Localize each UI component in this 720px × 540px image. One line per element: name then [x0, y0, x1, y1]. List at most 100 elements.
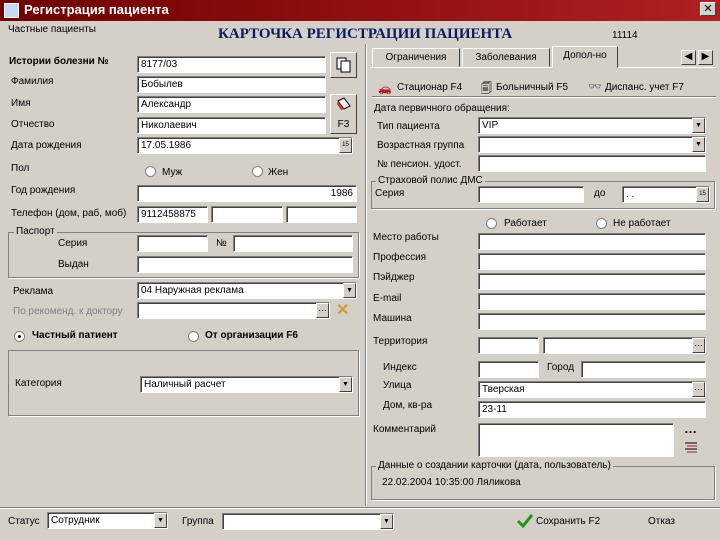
status-value: Сотрудник — [51, 515, 100, 526]
insurance-until-field[interactable]: . . 15 — [622, 186, 710, 203]
card-number: 11114 — [612, 30, 638, 41]
email-field[interactable] — [478, 293, 706, 310]
passport-number-field[interactable] — [233, 235, 353, 252]
chevron-down-icon[interactable]: ▼ — [380, 514, 393, 529]
tab-diseases[interactable]: Заболевания — [462, 48, 550, 67]
phone-home-field[interactable]: 9112458875 — [137, 206, 208, 223]
chevron-down-icon[interactable]: ▼ — [692, 137, 705, 152]
city-label: Город — [547, 362, 575, 373]
history-field[interactable]: 8177/03 — [137, 56, 326, 73]
sex-female-label: Жен — [268, 167, 289, 178]
name-field[interactable]: Александр — [137, 96, 326, 113]
group-select[interactable]: ▼ — [222, 513, 394, 530]
dob-field[interactable]: 17.05.1986 15 — [137, 137, 353, 154]
chevron-down-icon[interactable]: ▼ — [343, 283, 356, 298]
works-radio[interactable] — [486, 218, 497, 229]
territory-field[interactable]: … — [543, 337, 706, 354]
surname-label: Фамилия — [11, 76, 54, 87]
street-label: Улица — [383, 380, 412, 391]
panel-divider — [365, 44, 367, 506]
pager-field[interactable] — [478, 273, 706, 290]
ad-value: 04 Наружная реклама — [141, 285, 244, 296]
birthyear-field[interactable]: 1986 — [137, 185, 357, 202]
window-title: Регистрация пациента — [24, 2, 169, 17]
organization-radio[interactable] — [188, 331, 199, 342]
bottom-separator — [0, 507, 720, 509]
tab-restrictions[interactable]: Ограничения — [372, 48, 460, 67]
ellipsis-icon[interactable]: … — [692, 338, 705, 353]
calendar-icon[interactable]: 15 — [339, 138, 352, 153]
profession-field[interactable] — [478, 253, 706, 270]
tab-baseline — [370, 67, 716, 68]
sex-label: Пол — [11, 163, 30, 174]
passport-series-field[interactable] — [137, 235, 208, 252]
phone-mobile-field[interactable] — [286, 206, 357, 223]
subtab-separator — [372, 96, 716, 98]
close-button[interactable]: ✕ — [700, 2, 716, 16]
insurance-label: Страховой полис ДМС — [376, 175, 485, 186]
patronymic-field[interactable]: Николаевич — [137, 117, 326, 134]
dispensary-subtab[interactable]: Диспанс. учет F7 — [605, 82, 684, 93]
status-select[interactable]: Сотрудник ▼ — [47, 512, 168, 529]
category-select[interactable]: Наличный расчет ▼ — [140, 376, 353, 393]
insurance-series-field[interactable] — [478, 186, 584, 203]
doctor-field[interactable]: … — [137, 302, 330, 319]
age-group-label: Возрастная группа — [377, 140, 465, 151]
ellipsis-icon[interactable]: … — [316, 303, 329, 318]
phone-label: Телефон (дом, раб, моб) — [11, 208, 127, 219]
dob-value: 17.05.1986 — [141, 140, 192, 151]
passport-series-label: Серия — [58, 238, 88, 249]
history-label: Истории болезни № — [9, 56, 109, 67]
passport-issued-label: Выдан — [58, 259, 89, 270]
age-group-select[interactable]: ▼ — [478, 136, 706, 153]
territory-label: Территория — [373, 336, 428, 347]
patient-type-value: VIP — [482, 120, 499, 131]
copy-button[interactable] — [330, 52, 357, 78]
ad-label: Реклама — [13, 286, 54, 297]
car-field[interactable] — [478, 313, 706, 330]
private-patient-radio[interactable] — [14, 331, 25, 342]
comment-field[interactable] — [478, 423, 674, 457]
save-label: Сохранить F2 — [536, 516, 601, 527]
private-patient-label: Частный патиент — [32, 330, 118, 341]
city-field[interactable] — [581, 361, 706, 378]
sick-leave-subtab[interactable]: Больничный F5 — [496, 82, 568, 93]
chevron-down-icon[interactable]: ▼ — [154, 513, 167, 528]
passport-issued-field[interactable] — [137, 256, 353, 273]
insurance-until-value: . . — [626, 189, 635, 200]
surname-field[interactable]: Бобылев — [137, 76, 326, 93]
status-label: Статус — [8, 516, 40, 527]
sex-female-radio[interactable] — [252, 166, 263, 177]
phone-work-field[interactable] — [211, 206, 283, 223]
index-field[interactable] — [478, 361, 539, 378]
title-bar: Регистрация пациента ✕ — [0, 0, 720, 21]
patient-type-select[interactable]: VIP ▼ — [478, 117, 706, 134]
clear-f3-button[interactable]: F3 — [330, 94, 357, 134]
save-button[interactable]: Сохранить F2 — [512, 511, 612, 533]
street-field[interactable]: Тверская … — [478, 381, 706, 398]
tab-next-button[interactable]: ▶ — [698, 50, 713, 65]
chevron-down-icon[interactable]: ▼ — [339, 377, 352, 392]
pension-field[interactable] — [478, 155, 706, 172]
created-value: 22.02.2004 10:35:00 Ляликова — [382, 477, 521, 488]
house-field[interactable]: 23-11 — [478, 401, 706, 418]
ellipsis-icon[interactable]: … — [692, 382, 705, 397]
group-label: Группа — [182, 516, 214, 527]
territory-code-field[interactable] — [478, 337, 539, 354]
cancel-button[interactable]: Отказ — [640, 511, 690, 533]
ad-select[interactable]: 04 Наружная реклама ▼ — [137, 282, 357, 299]
list-icon[interactable] — [684, 441, 698, 455]
category-label: Категория — [15, 378, 62, 389]
workplace-field[interactable] — [478, 233, 706, 250]
close-x-icon[interactable]: ✕ — [336, 300, 349, 320]
ellipsis-icon[interactable]: … — [684, 421, 697, 436]
not-works-radio[interactable] — [596, 218, 607, 229]
tab-additional[interactable]: Допол-но — [552, 46, 618, 68]
inpatient-subtab[interactable]: Стационар F4 — [397, 82, 462, 93]
cancel-label: Отказ — [648, 516, 675, 527]
tab-prev-button[interactable]: ◀ — [681, 50, 696, 65]
calendar-icon[interactable]: 15 — [696, 187, 709, 202]
chevron-down-icon[interactable]: ▼ — [692, 118, 705, 133]
car-icon: 🚗 — [378, 83, 392, 95]
sex-male-radio[interactable] — [145, 166, 156, 177]
